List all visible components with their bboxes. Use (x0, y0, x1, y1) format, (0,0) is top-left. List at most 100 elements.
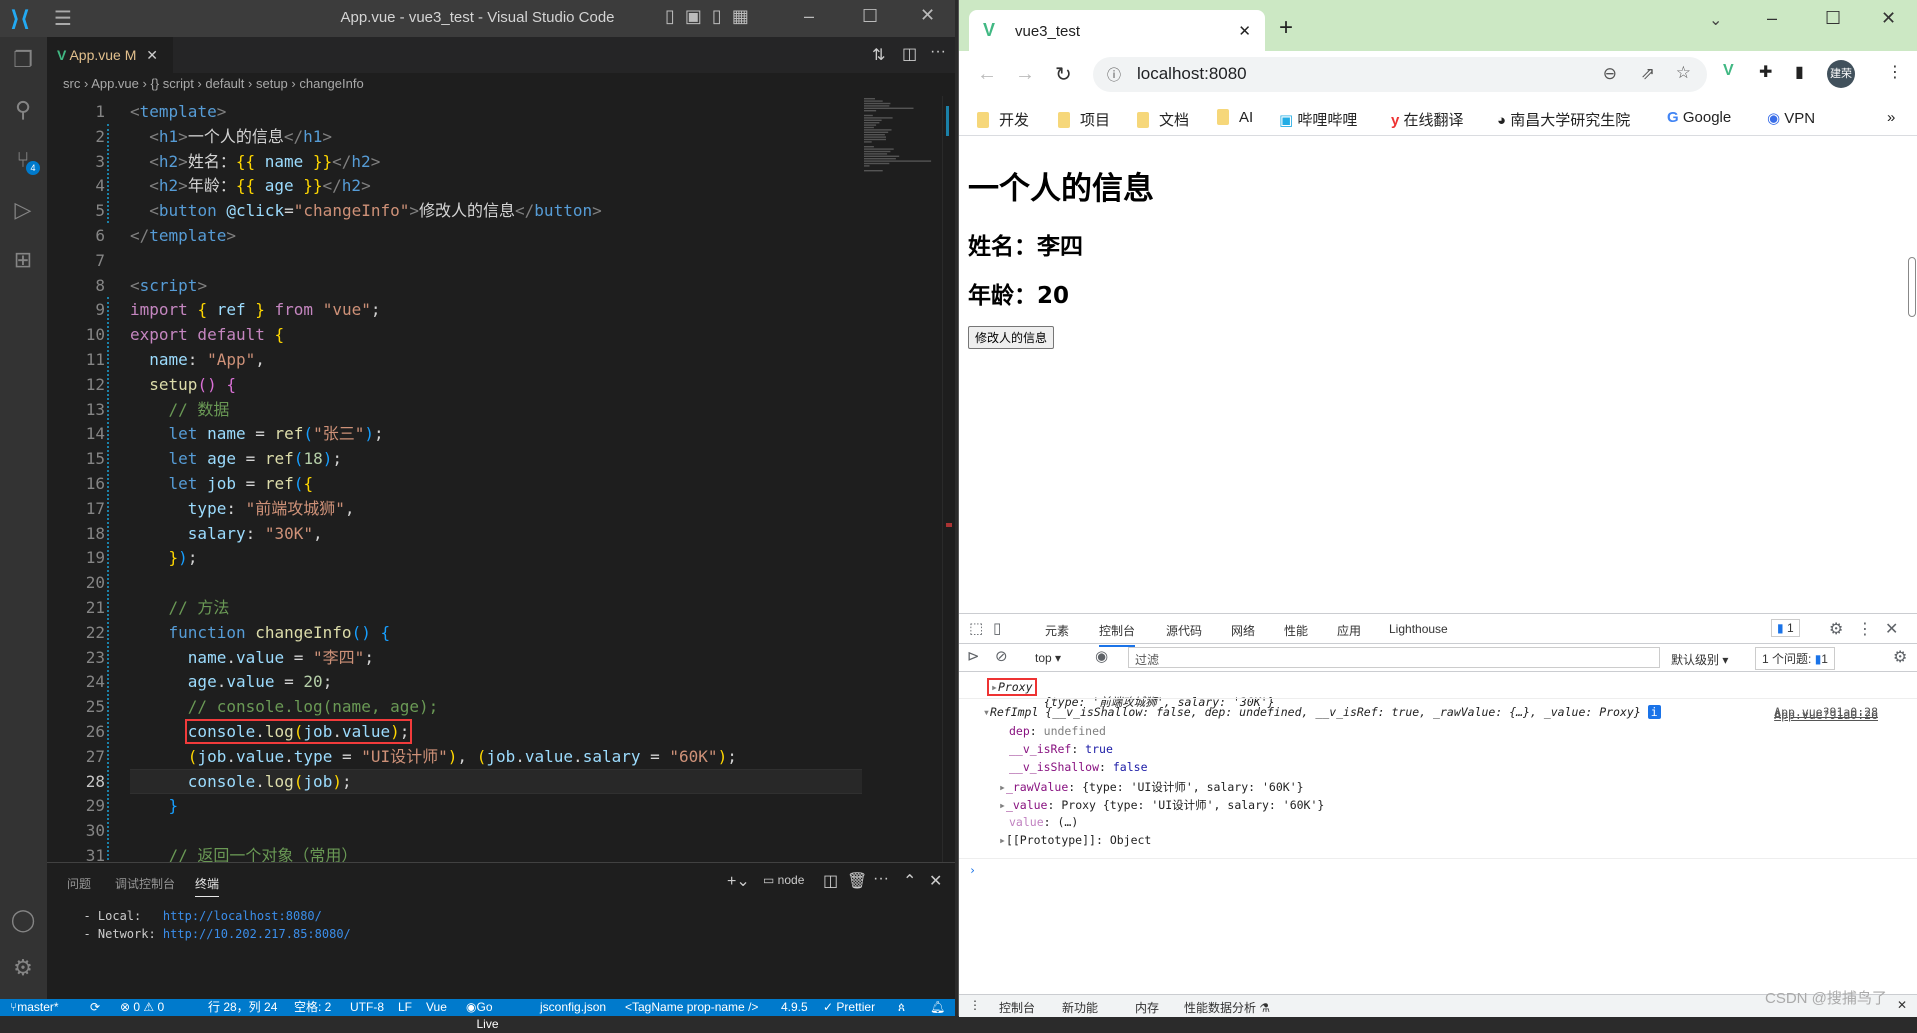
forward-icon[interactable]: → (1015, 63, 1035, 86)
maximize-button[interactable]: ☐ (862, 6, 878, 27)
refimpl-summary[interactable]: ▾RefImpl {__v_isShallow: false, dep: und… (983, 705, 1661, 719)
prop-row[interactable]: value: (…) (1009, 815, 1078, 829)
inspect-icon[interactable]: ⬚ (969, 619, 983, 637)
live-expression-icon[interactable]: ◉ (1095, 647, 1108, 665)
terminal-link[interactable]: http://localhost:8080/ (163, 909, 322, 923)
breadcrumb-item[interactable]: {} script (150, 76, 193, 91)
code-line[interactable]: console.log(job); (130, 769, 352, 794)
bookmark-bilibili[interactable]: ▣ 哔哩哔哩 (1279, 109, 1357, 130)
code-line[interactable]: import { ref } from "vue"; (130, 297, 381, 322)
prop-row[interactable]: ▸_rawValue: {type: 'UI设计师', salary: '60K… (999, 779, 1304, 795)
bookmark-ncu[interactable]: ◕ 南昌大学研究生院 (1497, 109, 1630, 130)
bookmark-folder[interactable]: 文档 (1137, 109, 1189, 130)
extensions-icon[interactable]: ⊞ (10, 247, 36, 273)
cursor-position[interactable]: 行 28，列 24 (208, 999, 277, 1016)
breadcrumb-item[interactable]: changeInfo (299, 76, 363, 91)
bookmark-folder[interactable]: 开发 (977, 109, 1029, 130)
code-line[interactable]: setup() { (130, 372, 236, 397)
console-prompt[interactable]: › (959, 858, 1917, 877)
clear-console-icon[interactable]: ⊘ (995, 647, 1008, 665)
site-info-icon[interactable]: ⓘ (1107, 65, 1121, 85)
code-line[interactable]: let job = ref({ (130, 471, 314, 496)
browser-tab[interactable]: V vue3_test ✕ (969, 10, 1265, 51)
code-line[interactable]: name.value = "李四"; (130, 645, 374, 670)
bookmark-star-icon[interactable]: ☆ (1676, 63, 1691, 83)
trash-icon[interactable]: 🗑 (847, 871, 867, 891)
code-editor[interactable]: 1 <template> 2 <h1>一个人的信息</h1> 3 <h2>姓名：{{ … (47, 96, 862, 862)
console-settings-icon[interactable]: ⚙ (1893, 647, 1907, 667)
zoom-icon[interactable]: ⊖ (1603, 64, 1617, 84)
account-icon[interactable]: ◯ (10, 907, 36, 933)
drawer-tab[interactable]: 控制台 (999, 999, 1035, 1016)
code-line[interactable]: function changeInfo() { (130, 620, 391, 645)
split-terminal-icon[interactable]: ◫ (823, 871, 838, 891)
code-line[interactable]: </template> (130, 223, 236, 248)
tab-terminal[interactable]: 终端 (195, 875, 220, 897)
code-line[interactable]: let name = ref("张三"); (130, 421, 384, 446)
language-mode[interactable]: Vue (426, 999, 447, 1016)
source-link[interactable]: App.vue?91a0:28 (1774, 705, 1878, 719)
device-toolbar-icon[interactable]: ▯ (993, 619, 1001, 637)
tab-elements[interactable]: 元素 (1045, 622, 1069, 639)
drawer-tab[interactable]: 新功能 (1062, 999, 1098, 1016)
code-line[interactable]: console.log(job.value); (130, 719, 413, 744)
extensions-icon[interactable]: ✚ (1759, 62, 1772, 82)
code-line[interactable]: <h1>一个人的信息</h1> (130, 124, 332, 149)
bell-icon[interactable]: 🔔︎ (930, 999, 945, 1016)
maximize-button[interactable]: ☐ (1825, 8, 1841, 29)
source-control-icon[interactable]: ⑂ 4 (10, 147, 40, 175)
context-select[interactable]: top ▾ (1035, 651, 1061, 665)
code-line[interactable]: (job.value.type = "UI设计师"), (job.value.s… (130, 744, 737, 769)
code-line[interactable]: // 返回一个对象（常用） (130, 843, 358, 862)
code-line[interactable]: // 方法 (130, 595, 230, 620)
encoding[interactable]: UTF-8 (350, 999, 384, 1016)
change-info-button[interactable]: 修改人的信息 (968, 326, 1055, 349)
maximize-panel-icon[interactable]: ⌃ (903, 871, 916, 891)
address-bar[interactable]: ⓘ localhost:8080 ⊖ ⇗ ☆ (1093, 57, 1707, 92)
code-line[interactable]: age.value = 20; (130, 669, 333, 694)
issues-button[interactable]: 1 个问题: ▮1 (1755, 647, 1835, 670)
more-bookmarks-icon[interactable]: » (1887, 109, 1895, 126)
vue-devtools-icon[interactable]: V (1723, 62, 1734, 80)
ts-version[interactable]: 4.9.5 (781, 999, 808, 1016)
tab-network[interactable]: 网络 (1231, 622, 1255, 639)
close-tab-icon[interactable]: ✕ (146, 47, 158, 63)
more-icon[interactable]: ··· (873, 870, 889, 888)
code-line[interactable]: let age = ref(18); (130, 446, 342, 471)
code-line[interactable]: <button @click="changeInfo">修改人的信息</butt… (130, 198, 601, 223)
breadcrumb-item[interactable]: src (63, 76, 80, 91)
new-tab-button[interactable]: + (1279, 14, 1293, 42)
prop-row[interactable]: ▸[[Prototype]]: Object (999, 833, 1151, 847)
code-line[interactable]: }); (130, 545, 198, 570)
prettier-status[interactable]: ✓ Prettier (823, 999, 875, 1016)
code-line[interactable]: <template> (130, 99, 226, 124)
settings-icon[interactable]: ⚙ (1829, 619, 1843, 639)
go-live[interactable]: ◉ Go Live (466, 999, 499, 1031)
bookmark-folder[interactable]: 项目 (1058, 109, 1110, 130)
tab-problems[interactable]: 问题 (67, 875, 91, 892)
breadcrumb-item[interactable]: setup (256, 76, 288, 91)
prop-row[interactable]: ▸_value: Proxy {type: 'UI设计师', salary: '… (999, 797, 1324, 813)
tab-search-icon[interactable]: ⌄ (1709, 10, 1722, 30)
log-level-select[interactable]: 默认级别 ▾ (1671, 651, 1728, 668)
new-terminal-icon[interactable]: +⌄ (727, 871, 750, 891)
close-window-button[interactable]: ✕ (1881, 8, 1896, 29)
code-line[interactable]: <h2>年龄：{{ age }}</h2> (130, 173, 370, 198)
tab-debug-console[interactable]: 调试控制台 (115, 875, 175, 892)
drawer-menu-icon[interactable]: ⋮ (969, 998, 981, 1012)
tab-app-vue[interactable]: V App.vue M ✕ (47, 37, 173, 73)
menu-icon[interactable]: ⋮ (1887, 62, 1903, 82)
close-devtools-icon[interactable]: ✕ (1885, 619, 1898, 639)
run-debug-icon[interactable]: ▷ (10, 197, 36, 223)
split-editor-icon[interactable]: ◫ (902, 44, 917, 64)
terminal-shell[interactable]: ▭ node (763, 873, 804, 887)
more-actions-icon[interactable]: ··· (930, 43, 946, 61)
branch-status[interactable]: ⑂ master* (10, 999, 59, 1016)
editor-scrollbar[interactable] (942, 96, 954, 862)
more-icon[interactable]: ⋮ (1857, 619, 1873, 639)
code-line[interactable]: export default { (130, 322, 284, 347)
minimize-button[interactable]: – (1767, 8, 1777, 29)
breadcrumb-item[interactable]: App.vue (91, 76, 139, 91)
tab-application[interactable]: 应用 (1337, 622, 1361, 639)
bookmark-translate[interactable]: y 在线翻译 (1391, 109, 1464, 130)
